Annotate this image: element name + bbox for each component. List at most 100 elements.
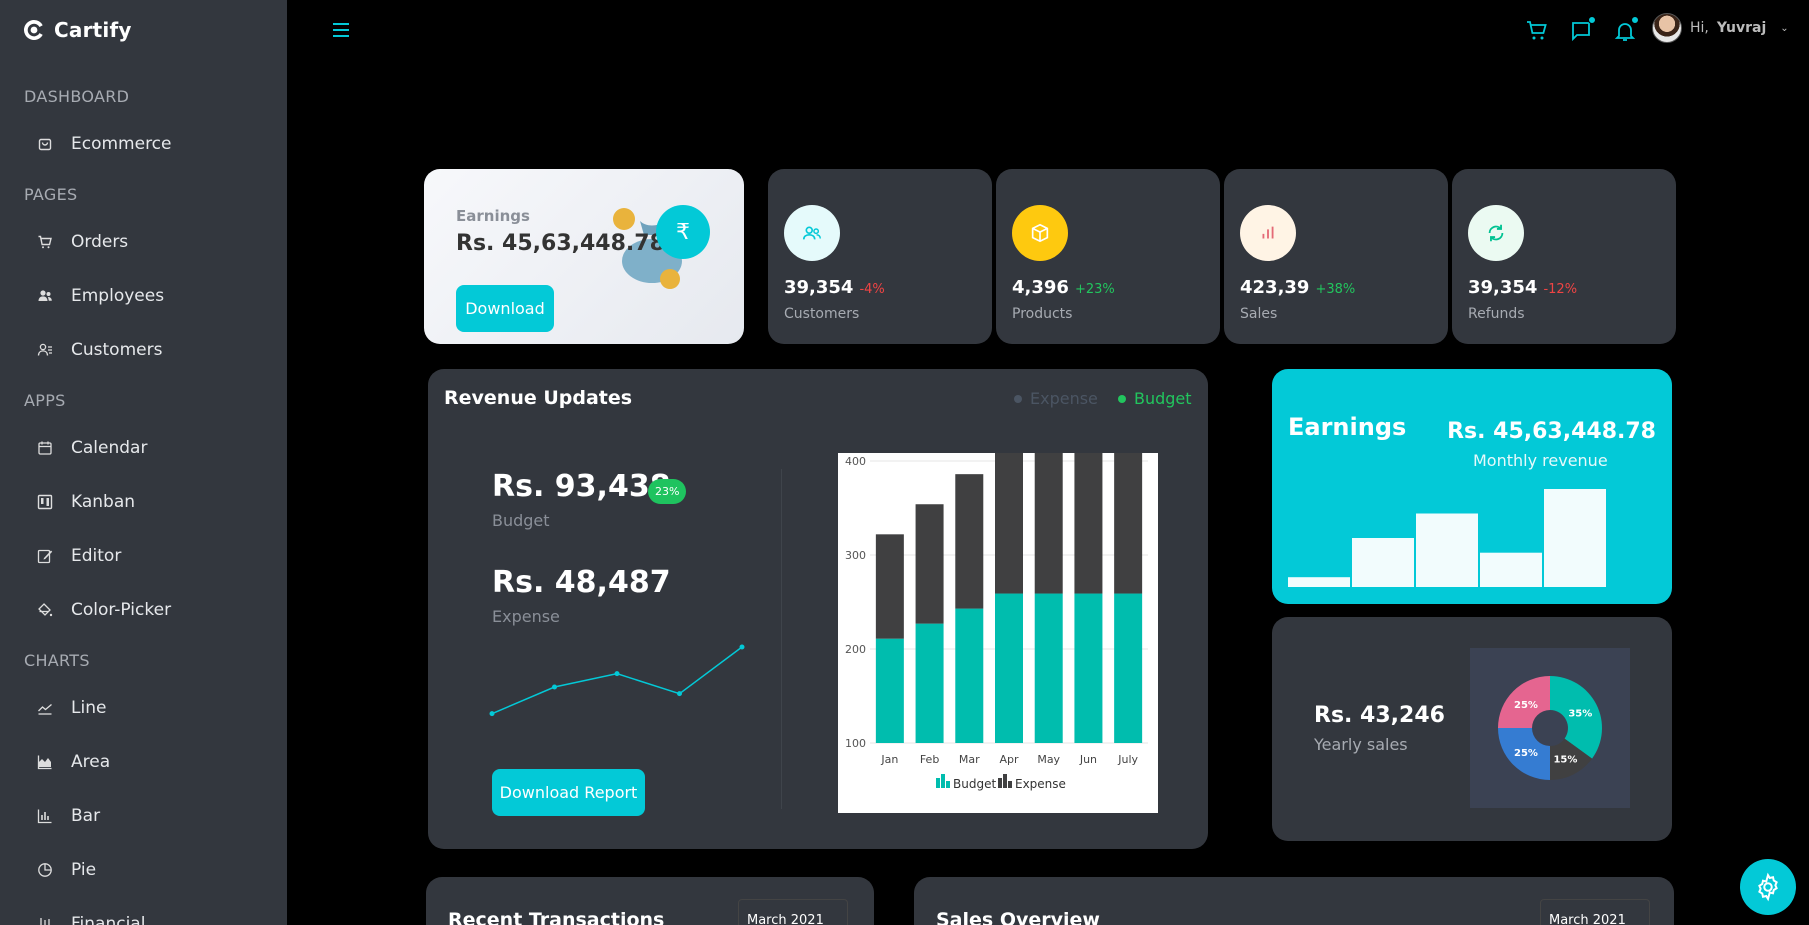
sparkline-line — [491, 646, 743, 715]
sidebar-item-color-picker[interactable]: Color-Picker — [37, 600, 171, 620]
chevron-down-icon: ⌄ — [1780, 22, 1789, 34]
legend-label: Expense — [1015, 777, 1066, 791]
sidebar-item-financial[interactable]: Financial — [37, 914, 145, 925]
legend-expense: Expense — [1014, 389, 1098, 408]
earnings-bar — [1416, 513, 1478, 587]
x-tick-label: Apr — [999, 753, 1019, 766]
bar-expense — [875, 534, 904, 639]
y-tick-label: 100 — [845, 737, 866, 750]
download-report-button[interactable]: Download Report — [492, 769, 645, 816]
editor-icon — [37, 549, 53, 564]
bar-budget — [1114, 593, 1143, 743]
yearly-sales-label: Yearly sales — [1314, 735, 1408, 754]
x-tick-label: Feb — [920, 753, 939, 766]
bar-expense — [955, 474, 984, 609]
sparkline-point — [677, 691, 682, 697]
user-profile-menu[interactable]: Hi, Yuvraj ⌄ — [1652, 13, 1789, 43]
earnings-bar — [1352, 538, 1414, 587]
sidebar-section-pages: PAGES — [24, 185, 78, 204]
sidebar-section-apps: APPS — [24, 391, 66, 410]
settings-button[interactable] — [1740, 859, 1796, 915]
earnings-label: Earnings — [456, 207, 530, 225]
sidebar-item-area[interactable]: Area — [37, 752, 110, 772]
earnings-value: Rs. 45,63,448.78 — [456, 231, 665, 256]
sidebar-item-label: Ecommerce — [71, 134, 172, 154]
y-tick-label: 200 — [845, 643, 866, 656]
sidebar-section-charts: CHARTS — [24, 651, 90, 670]
stat-label: Products — [1012, 306, 1073, 322]
revenue-bar-chart: 100 200 300 400 Jan Feb Mar Apr May Jun July Budget… — [838, 444, 1158, 813]
box-icon[interactable] — [1012, 205, 1068, 261]
bar-expense — [1074, 444, 1103, 594]
download-button[interactable]: Download — [456, 285, 554, 332]
stat-value: 39,354 -4% — [784, 277, 885, 298]
bar-budget — [915, 623, 944, 743]
revenue-title: Revenue Updates — [444, 387, 633, 409]
customers-icon[interactable] — [784, 205, 840, 261]
expense-value: Rs. 48,487 — [492, 565, 671, 600]
month-select[interactable]: March 2021 — [1540, 899, 1650, 925]
legend-swatch — [1008, 781, 1012, 788]
earnings-bar — [1288, 577, 1350, 587]
sidebar-item-label: Bar — [71, 806, 101, 826]
stat-change: +38% — [1315, 282, 1356, 297]
avatar — [1652, 13, 1682, 43]
sparkline-point — [739, 644, 745, 650]
bar-budget — [995, 593, 1023, 743]
kanban-icon — [37, 494, 53, 510]
stat-value: 4,396 +23% — [1012, 277, 1115, 298]
sidebar-item-label: Orders — [71, 232, 129, 252]
x-tick-label: Jun — [1079, 753, 1097, 766]
sidebar-item-ecommerce[interactable]: Ecommerce — [37, 134, 172, 154]
stat-number: 39,354 — [1468, 277, 1538, 298]
legend-label: Expense — [1030, 389, 1098, 408]
sidebar-item-editor[interactable]: Editor — [37, 546, 121, 566]
sales-overview-card: Sales Overview March 2021 — [914, 877, 1674, 925]
sidebar-item-bar[interactable]: Bar — [37, 806, 100, 826]
sparkline-point — [614, 671, 620, 677]
color-picker-icon — [38, 603, 53, 617]
menu-icon[interactable] — [331, 21, 351, 39]
sidebar-item-customers[interactable]: Customers — [37, 340, 162, 360]
x-tick-label: Jan — [880, 753, 898, 766]
rupee-icon[interactable]: ₹ — [656, 205, 710, 259]
month-select[interactable]: March 2021 — [738, 899, 848, 925]
bar-expense — [1034, 444, 1063, 594]
sparkline-point — [552, 684, 557, 690]
yearly-sales-pie-chart: 35% 15% 25% 25% — [1470, 648, 1630, 808]
bar-expense — [995, 444, 1023, 594]
y-tick-label: 300 — [845, 549, 866, 562]
sidebar-section-dashboard: DASHBOARD — [24, 87, 130, 106]
sidebar-item-calendar[interactable]: Calendar — [37, 438, 147, 458]
brand-name: Cartify — [54, 18, 132, 42]
sidebar-item-pie[interactable]: Pie — [37, 860, 96, 880]
employees-icon — [38, 290, 52, 301]
sidebar-item-label: Employees — [71, 286, 165, 306]
stat-card-refunds: 39,354 -12% Refunds — [1452, 169, 1676, 344]
sidebar-item-orders[interactable]: Orders — [37, 232, 128, 252]
refresh-icon[interactable] — [1468, 205, 1524, 261]
pie-slice-label: 35% — [1568, 709, 1592, 720]
bar-expense — [915, 504, 944, 624]
pie-slice-label: 25% — [1514, 748, 1538, 759]
sidebar-item-line[interactable]: Line — [37, 698, 106, 718]
legend-swatch — [941, 774, 945, 788]
chat-notification-dot — [1588, 16, 1596, 24]
revenue-updates-card: Revenue Updates Expense Budget Rs. 93,43… — [428, 369, 1208, 849]
sidebar-item-employees[interactable]: Employees — [37, 286, 164, 306]
bar-chart-icon[interactable] — [1240, 205, 1296, 261]
brand-logo[interactable]: Cartify — [22, 18, 132, 42]
sparkline-point — [489, 711, 495, 717]
sidebar-item-label: Kanban — [71, 492, 136, 512]
bar-budget — [1074, 593, 1103, 743]
stat-change: +23% — [1074, 282, 1115, 297]
x-tick-label: May — [1037, 753, 1060, 766]
recent-transactions-card: Recent Transactions March 2021 — [426, 877, 874, 925]
sidebar-item-label: Editor — [71, 546, 122, 566]
username: Yuvraj — [1716, 20, 1767, 36]
legend-swatch — [998, 778, 1002, 788]
cart-icon[interactable] — [1525, 19, 1549, 43]
stat-value: 423,39 +38% — [1240, 277, 1355, 298]
sidebar-item-kanban[interactable]: Kanban — [37, 492, 135, 512]
sidebar-item-label: Calendar — [71, 438, 148, 458]
